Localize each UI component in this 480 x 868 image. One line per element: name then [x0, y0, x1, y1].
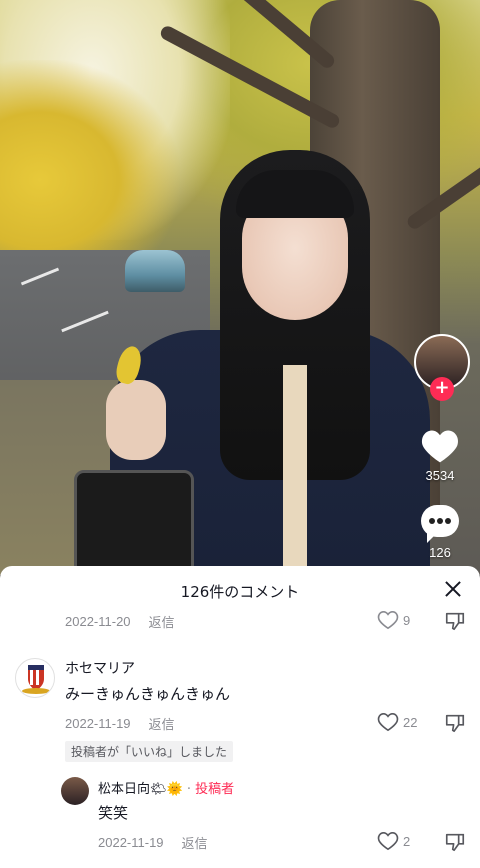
heart-outline-icon: [377, 831, 399, 851]
cardigan-placket: [283, 365, 307, 575]
person: [74, 150, 430, 575]
follow-plus-icon[interactable]: +: [430, 377, 454, 401]
like-count: 3534: [425, 468, 455, 483]
reply-author-avatar[interactable]: [61, 777, 89, 805]
comment-author[interactable]: ホセマリア: [65, 658, 135, 678]
comment-like-count: 22: [403, 714, 418, 730]
reply-meta: 2022-11-19 返信: [98, 833, 208, 852]
reply-author[interactable]: 松本日向: [98, 782, 150, 797]
creator-tag: 投稿者: [195, 782, 235, 797]
comments-title: 126件のコメント: [180, 583, 300, 601]
heart-icon: [421, 430, 459, 463]
heart-outline-icon: [377, 712, 399, 732]
reply-author-emoji: 🌤🌞: [150, 782, 183, 797]
comments-header: 126件のコメント: [0, 566, 480, 614]
dislike-icon[interactable]: [444, 831, 466, 853]
comment-icon: [421, 505, 459, 543]
video-player[interactable]: [0, 0, 480, 575]
comment-meta: 2022-11-20 返信: [65, 612, 175, 631]
separator-dot: ·: [186, 782, 191, 797]
like-button[interactable]: 3534: [400, 428, 480, 483]
reply-link[interactable]: 返信: [149, 612, 175, 631]
comment-like-button[interactable]: 9: [377, 610, 410, 630]
comment-button[interactable]: 126: [400, 505, 480, 560]
comment-like-count: 9: [403, 612, 411, 628]
club-crest-icon: [22, 665, 50, 694]
comments-sheet: 126件のコメント 2022-11-20 返信 9 ホセマリア みーきゅんきゅん…: [0, 566, 480, 868]
reply-author-line: 松本日向🌤🌞 · 投稿者: [98, 778, 234, 797]
reply-like-button[interactable]: 2: [377, 831, 410, 851]
dislike-icon[interactable]: [444, 712, 466, 734]
close-icon[interactable]: [442, 578, 464, 600]
commenter-avatar[interactable]: [15, 658, 55, 698]
reply-date: 2022-11-19: [98, 835, 164, 850]
comment-text: みーきゅんきゅんきゅん: [65, 685, 231, 703]
dislike-icon[interactable]: [444, 610, 466, 632]
heart-outline-icon: [377, 610, 399, 630]
comment-meta: 2022-11-19 返信: [65, 714, 175, 733]
bangs: [236, 170, 354, 218]
reply-like-count: 2: [403, 833, 411, 849]
hand: [106, 380, 166, 460]
comment-date: 2022-11-19: [65, 716, 131, 731]
creator-liked-badge: 投稿者が「いいね」しました: [65, 741, 234, 762]
comment-like-button[interactable]: 22: [377, 712, 417, 732]
reply-text: 笑笑: [98, 804, 129, 822]
reply-link[interactable]: 返信: [182, 833, 208, 852]
comment-date: 2022-11-20: [65, 614, 131, 629]
reply-link[interactable]: 返信: [149, 714, 175, 733]
handbag: [74, 470, 194, 575]
comment-count: 126: [429, 545, 451, 560]
